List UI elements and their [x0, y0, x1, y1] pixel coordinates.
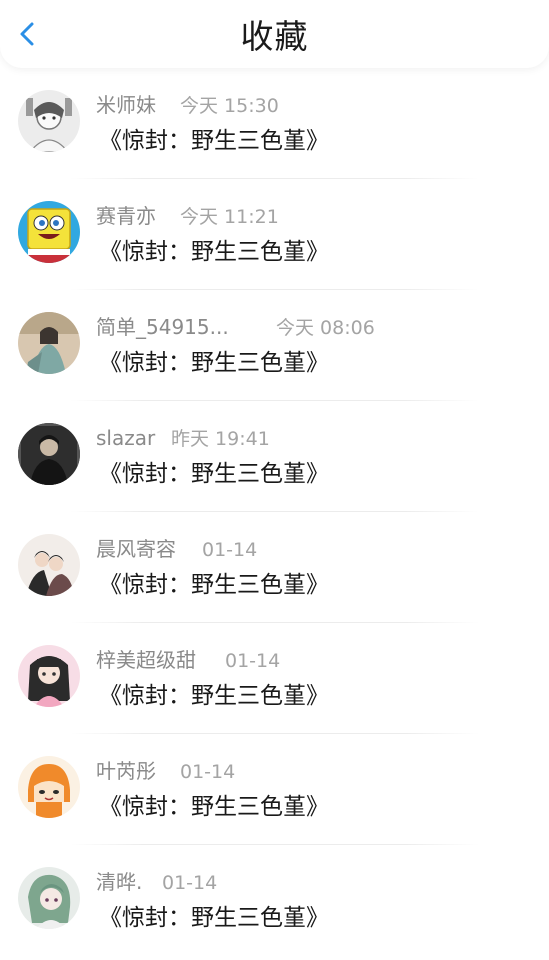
favorite-title[interactable]: 《惊封：野生三色堇》: [99, 236, 329, 268]
favorite-title[interactable]: 《惊封：野生三色堇》: [99, 125, 329, 157]
favorite-title[interactable]: 《惊封：野生三色堇》: [99, 902, 329, 934]
list-item[interactable]: 米师妹 今天 15:30 《惊封：野生三色堇》: [0, 68, 549, 179]
avatar[interactable]: [18, 312, 80, 374]
avatar[interactable]: [18, 534, 80, 596]
avatar[interactable]: [18, 867, 80, 929]
avatar[interactable]: [18, 201, 80, 263]
timestamp: 01-14: [180, 761, 236, 783]
avatar[interactable]: [18, 423, 80, 485]
avatar[interactable]: [18, 756, 80, 818]
timestamp: 今天 15:30: [180, 95, 279, 117]
timestamp: 01-14: [225, 650, 281, 672]
username[interactable]: 米师妹: [96, 92, 156, 118]
favorite-title[interactable]: 《惊封：野生三色堇》: [99, 347, 329, 379]
list-item[interactable]: slazar 昨天 19:41 《惊封：野生三色堇》: [0, 401, 549, 512]
top-nav-bar: 收藏: [0, 0, 549, 68]
timestamp: 01-14: [162, 872, 218, 894]
avatar[interactable]: [18, 645, 80, 707]
list-item[interactable]: 赛青亦 今天 11:21 《惊封：野生三色堇》: [0, 179, 549, 290]
username[interactable]: 梓美超级甜: [96, 647, 196, 673]
list-item[interactable]: 梓美超级甜 01-14 《惊封：野生三色堇》: [0, 623, 549, 734]
timestamp: 今天 11:21: [180, 206, 279, 228]
page-title: 收藏: [240, 17, 309, 56]
username[interactable]: 简单_54915...: [96, 314, 229, 340]
timestamp: 01-14: [202, 539, 258, 561]
favorites-list: 米师妹 今天 15:30 《惊封：野生三色堇》 赛青亦 今天 11:21 《惊封…: [0, 68, 549, 956]
list-item[interactable]: 清晔. 01-14 《惊封：野生三色堇》: [0, 845, 549, 956]
timestamp: 今天 08:06: [276, 317, 375, 339]
username[interactable]: 赛青亦: [96, 203, 156, 229]
timestamp: 昨天 19:41: [171, 428, 270, 450]
list-item[interactable]: 简单_54915... 今天 08:06 《惊封：野生三色堇》: [0, 290, 549, 401]
username[interactable]: 晨风寄容: [96, 536, 176, 562]
avatar[interactable]: [18, 90, 80, 152]
username[interactable]: 清晔.: [96, 869, 142, 895]
favorite-title[interactable]: 《惊封：野生三色堇》: [99, 569, 329, 601]
favorite-title[interactable]: 《惊封：野生三色堇》: [99, 458, 329, 490]
favorite-title[interactable]: 《惊封：野生三色堇》: [99, 791, 329, 823]
username[interactable]: 叶芮彤: [96, 758, 156, 784]
list-item[interactable]: 晨风寄容 01-14 《惊封：野生三色堇》: [0, 512, 549, 623]
favorite-title[interactable]: 《惊封：野生三色堇》: [99, 680, 329, 712]
username[interactable]: slazar: [96, 425, 155, 451]
list-item[interactable]: 叶芮彤 01-14 《惊封：野生三色堇》: [0, 734, 549, 845]
